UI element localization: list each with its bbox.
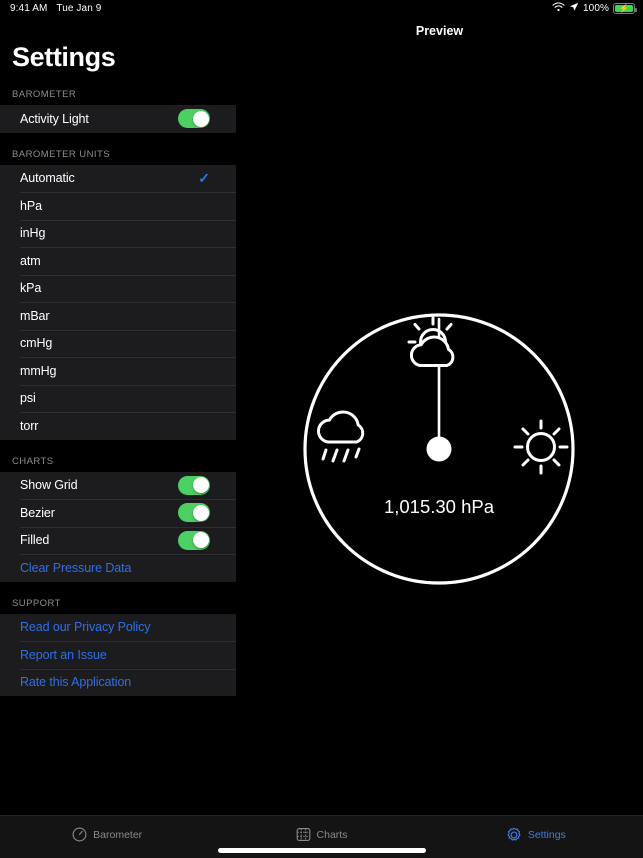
wifi-icon (552, 2, 565, 15)
battery-percent: 100% (583, 3, 609, 14)
row-label: Read our Privacy Policy (20, 620, 151, 635)
toggle-switch[interactable] (178, 530, 210, 550)
section-header: BAROMETER UNITS (0, 132, 236, 165)
tab-label-settings: Settings (527, 828, 566, 841)
row-label: mBar (20, 308, 50, 323)
status-bar-right: 100% ⚡ (552, 2, 637, 15)
settings-row-filled[interactable]: Filled (0, 526, 236, 554)
section-header: BAROMETER (0, 73, 236, 105)
settings-row-kpa[interactable]: kPa (0, 274, 236, 302)
row-label: Rate this Application (20, 675, 132, 690)
row-label: kPa (20, 281, 42, 296)
settings-row-psi[interactable]: psi (0, 384, 236, 412)
settings-row-mbar[interactable]: mBar (0, 302, 236, 330)
settings-row-automatic[interactable]: Automatic ✓ (0, 164, 236, 192)
row-label: Bezier (20, 505, 55, 520)
status-time: 9:41 AM (10, 3, 48, 14)
row-label: Show Grid (20, 478, 78, 493)
gauge-graphic: 1,015.30 hPa (303, 313, 575, 585)
chart-grid-icon (296, 827, 311, 842)
checkmark-icon: ✓ (198, 170, 210, 187)
location-arrow-icon (569, 2, 579, 15)
sun-icon (513, 419, 569, 475)
row-label: Report an Issue (20, 647, 107, 662)
barometer-gauge: 1,015.30 hPa (236, 17, 643, 815)
battery-charging-icon: ⚡ (613, 3, 637, 14)
rain-cloud-icon (317, 410, 365, 463)
settings-group: Read our Privacy Policy Report an Issue Ra… (0, 613, 236, 696)
settings-row-report-an-issue[interactable]: Report an Issue (0, 641, 236, 669)
settings-group: Activity Light (0, 105, 236, 133)
settings-row-cmhg[interactable]: cmHg (0, 329, 236, 357)
row-label: Clear Pressure Data (20, 560, 132, 575)
settings-sidebar[interactable]: Settings BAROMETER Activity Light BAROMETE… (0, 17, 236, 815)
settings-row-rate-this-application[interactable]: Rate this Application (0, 668, 236, 696)
tab-bar[interactable]: Barometer Charts Settings (0, 815, 643, 858)
row-label: atm (20, 253, 41, 268)
tab-barometer[interactable]: Barometer (0, 816, 214, 846)
status-bar-left: 9:41 AM Tue Jan 9 (10, 3, 101, 14)
settings-row-atm[interactable]: atm (0, 247, 236, 275)
status-date: Tue Jan 9 (56, 3, 102, 14)
settings-row-bezier[interactable]: Bezier (0, 499, 236, 527)
toggle-knob (192, 477, 209, 494)
sun-behind-cloud-icon (407, 316, 455, 367)
page-title: Settings (12, 42, 116, 72)
row-label: Filled (20, 533, 50, 548)
app-window: 9:41 AM Tue Jan 9 100% ⚡ Settings BAROME… (0, 0, 643, 858)
settings-row-activity-light[interactable]: Activity Light (0, 105, 236, 133)
home-indicator[interactable] (217, 848, 426, 853)
row-label: Automatic (20, 171, 75, 186)
toggle-knob (192, 504, 209, 521)
settings-row-mmhg[interactable]: mmHg (0, 357, 236, 385)
tab-label-charts: Charts (316, 828, 348, 841)
toggle-knob (192, 110, 209, 127)
settings-row-read-our-privacy-policy[interactable]: Read our Privacy Policy (0, 613, 236, 641)
tab-charts[interactable]: Charts (214, 816, 428, 846)
row-label: torr (20, 418, 39, 433)
settings-row-show-grid[interactable]: Show Grid (0, 471, 236, 499)
section-header: CHARTS (0, 439, 236, 472)
tab-settings[interactable]: Settings (429, 816, 643, 846)
row-label: Activity Light (20, 111, 89, 126)
gauge-icon (72, 827, 87, 842)
row-label: cmHg (20, 336, 53, 351)
row-label: psi (20, 391, 36, 406)
row-label: hPa (20, 198, 42, 213)
gear-icon (506, 827, 522, 843)
settings-row-torr[interactable]: torr (0, 412, 236, 440)
settings-row-inhg[interactable]: inHg (0, 219, 236, 247)
toggle-switch[interactable] (178, 503, 210, 523)
row-label: mmHg (20, 363, 57, 378)
settings-sections: BAROMETER Activity Light BAROMETER UNITS Au… (0, 73, 236, 696)
settings-group: Show Grid Bezier Filled Clear Pressure Data (0, 471, 236, 582)
toggle-switch[interactable] (178, 109, 210, 129)
toggle-knob (192, 532, 209, 549)
section-header: SUPPORT (0, 581, 236, 614)
preview-pane: Preview 1,015.30 hPa (236, 17, 643, 815)
gauge-reading: 1,015.30 hPa (384, 496, 495, 517)
row-label: inHg (20, 226, 46, 241)
status-bar: 9:41 AM Tue Jan 9 100% ⚡ (0, 0, 643, 17)
toggle-switch[interactable] (178, 475, 210, 495)
settings-group: Automatic ✓ hPa inHg atm kPa mBar cmHg mmHg psi to… (0, 164, 236, 440)
settings-row-clear-pressure-data[interactable]: Clear Pressure Data (0, 554, 236, 582)
tab-label-barometer: Barometer (93, 828, 143, 841)
settings-row-hpa[interactable]: hPa (0, 192, 236, 220)
